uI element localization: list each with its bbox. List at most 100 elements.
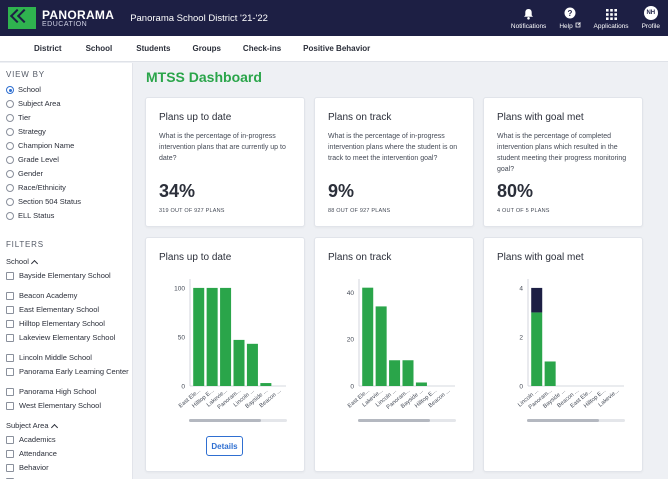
view-by-label: School [18, 85, 41, 94]
profile-button[interactable]: NH Profile [642, 6, 660, 30]
school-filter-hilltop[interactable]: Hilltop Elementary School [6, 319, 130, 328]
view-by-option-subject-area[interactable]: Subject Area [6, 99, 130, 108]
radio-selected[interactable] [6, 86, 14, 94]
radio[interactable] [6, 114, 14, 122]
view-by-option-grade-level[interactable]: Grade Level [6, 155, 130, 164]
chart-scrollbar-thumb [358, 419, 430, 422]
panorama-logo-icon [8, 7, 36, 29]
svg-text:?: ? [567, 9, 572, 18]
radio[interactable] [6, 184, 14, 192]
help-icon: ? [564, 7, 576, 19]
y-tick-label: 50 [178, 334, 186, 341]
subject-filter-attendance[interactable]: Attendance [6, 449, 130, 458]
stat-card-value: 9% [328, 181, 355, 201]
view-by-option-gender[interactable]: Gender [6, 169, 130, 178]
view-by-option-ell-status[interactable]: ELL Status [6, 211, 130, 220]
school-filter-title: School [6, 257, 29, 266]
notifications-label: Notifications [510, 23, 547, 30]
checkbox[interactable] [6, 402, 14, 410]
stat-card-title: Plans on track [328, 112, 392, 123]
stat-card-value: 80% [497, 181, 534, 201]
view-by-label: Strategy [18, 127, 46, 136]
checkbox[interactable] [6, 354, 14, 362]
radio[interactable] [6, 142, 14, 150]
checkbox[interactable] [6, 334, 14, 342]
chart-bar [233, 339, 245, 386]
y-tick-label: 100 [174, 285, 185, 292]
checkbox[interactable] [6, 368, 14, 376]
checkbox[interactable] [6, 320, 14, 328]
radio[interactable] [6, 212, 14, 220]
school-filter-lincoln[interactable]: Lincoln Middle School [6, 353, 130, 362]
subject-filter-toggle[interactable]: Subject Area [6, 421, 58, 431]
subject-filter-title: Subject Area [6, 421, 49, 430]
chart-bar [193, 287, 205, 386]
checkbox[interactable] [6, 272, 14, 280]
notifications-button[interactable]: Notifications [511, 6, 546, 30]
subject-filter-academics[interactable]: Academics [6, 435, 130, 444]
school-filter-label: Panorama High School [19, 387, 97, 396]
page-title: MTSS Dashboard [146, 69, 262, 85]
subject-filter-behavior[interactable]: Behavior [6, 463, 130, 472]
stat-card-subtext: 319 OUT OF 927 PLANS [159, 208, 225, 214]
school-filter-bayside[interactable]: Bayside Elementary School [6, 271, 130, 280]
tab-students[interactable]: Students [136, 44, 170, 53]
chart-bar [362, 287, 374, 386]
tab-positive-behavior[interactable]: Positive Behavior [303, 44, 370, 53]
tab-check-ins[interactable]: Check-ins [243, 44, 281, 53]
view-by-option-strategy[interactable]: Strategy [6, 127, 130, 136]
view-by-label: Tier [18, 113, 31, 122]
school-filter-label: Lakeview Elementary School [19, 333, 116, 342]
chart-bar [531, 312, 543, 386]
radio[interactable] [6, 128, 14, 136]
y-tick-label: 0 [350, 384, 354, 391]
checkbox[interactable] [6, 292, 14, 300]
school-filter-beacon[interactable]: Beacon Academy [6, 291, 130, 300]
checkbox[interactable] [6, 436, 14, 444]
school-filter-label: Hilltop Elementary School [19, 319, 105, 328]
chart-bar [531, 287, 543, 313]
stat-card-plans-up-to-date: Plans up to date What is the percentage … [145, 97, 305, 227]
y-tick-label: 0 [181, 384, 185, 391]
radio[interactable] [6, 170, 14, 178]
grid-icon [605, 9, 617, 20]
help-button[interactable]: ? Help [559, 5, 581, 30]
view-by-label: ELL Status [18, 211, 55, 220]
school-filter-panorama-early[interactable]: Panorama Early Learning Center [6, 367, 130, 376]
radio[interactable] [6, 156, 14, 164]
tab-school[interactable]: School [86, 44, 113, 53]
stat-card-value: 34% [159, 181, 196, 201]
chevron-up-icon [30, 259, 38, 267]
school-filter-panorama-high[interactable]: Panorama High School [6, 387, 130, 396]
view-by-option-section-504[interactable]: Section 504 Status [6, 197, 130, 206]
chart-bar [415, 382, 427, 386]
school-filter-lakeview[interactable]: Lakeview Elementary School [6, 333, 130, 342]
bell-icon [524, 9, 534, 20]
school-filter-east[interactable]: East Elementary School [6, 305, 130, 314]
stat-card-title: Plans up to date [159, 112, 232, 123]
school-filter-toggle[interactable]: School [6, 257, 38, 267]
checkbox[interactable] [6, 450, 14, 458]
sidebar: VIEW BY School Subject Area Tier Strateg… [0, 63, 133, 479]
logo-subtitle: EDUCATION [42, 20, 88, 28]
view-by-option-tier[interactable]: Tier [6, 113, 130, 122]
view-by-option-school[interactable]: School [6, 85, 130, 94]
view-by-option-champion-name[interactable]: Champion Name [6, 141, 130, 150]
applications-button[interactable]: Applications [594, 6, 629, 30]
view-by-option-race-ethnicity[interactable]: Race/Ethnicity [6, 183, 130, 192]
profile-label: Profile [641, 23, 660, 30]
stat-card-plans-goal-met: Plans with goal met What is the percenta… [483, 97, 643, 227]
school-filter-west[interactable]: West Elementary School [6, 401, 130, 410]
checkbox[interactable] [6, 306, 14, 314]
checkbox[interactable] [6, 388, 14, 396]
checkbox[interactable] [6, 464, 14, 472]
details-button[interactable]: Details [206, 436, 243, 456]
radio[interactable] [6, 100, 14, 108]
panorama-logo[interactable]: PANORAMA EDUCATION [8, 7, 114, 29]
view-by-label: Gender [18, 169, 44, 178]
tab-groups[interactable]: Groups [192, 44, 220, 53]
y-tick-label: 40 [347, 290, 355, 297]
tab-district[interactable]: District [34, 44, 62, 53]
radio[interactable] [6, 198, 14, 206]
top-header: PANORAMA EDUCATION Panorama School Distr… [0, 0, 668, 36]
